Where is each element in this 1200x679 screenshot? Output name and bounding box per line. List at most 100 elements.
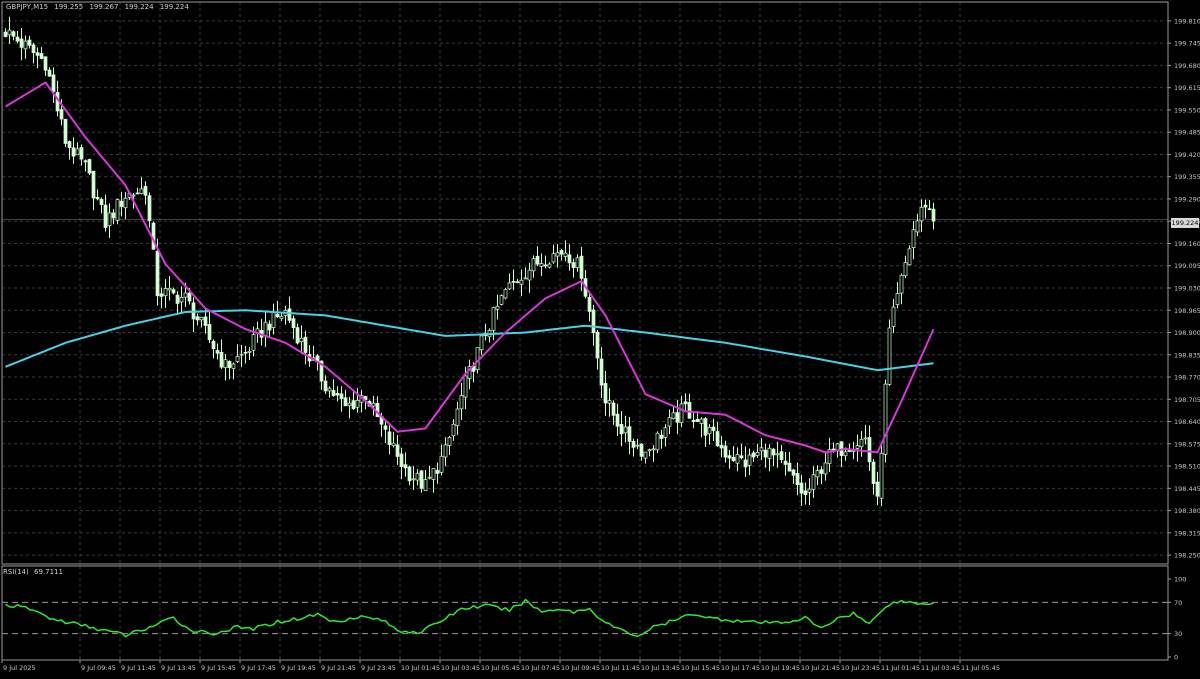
candle-body	[803, 490, 808, 495]
candle-body	[499, 295, 504, 305]
candle-body	[783, 460, 788, 465]
time-tick-label: 10 Jul 23:45	[841, 664, 880, 672]
candle-body	[355, 399, 360, 408]
candle-body	[51, 74, 56, 92]
candle-body	[87, 159, 92, 174]
candle-body	[279, 316, 284, 320]
candle-body	[323, 380, 328, 392]
candle-body	[503, 289, 508, 299]
candle-body	[71, 147, 76, 157]
candle-body	[271, 311, 276, 328]
candle-body	[251, 334, 256, 351]
candle-body	[139, 188, 144, 194]
candle-body	[183, 292, 188, 298]
candle-body	[343, 397, 348, 407]
price-chart[interactable]: 199.810 199.745 199.680 199.615 199.550 199.4…	[0, 0, 1200, 675]
candle-body	[27, 39, 32, 46]
candle-body	[863, 437, 868, 440]
candle-body	[719, 444, 724, 449]
candle-body	[219, 351, 224, 368]
candle-body	[67, 141, 72, 148]
candle-body	[779, 451, 784, 460]
candle-body	[871, 461, 876, 484]
candle-body	[815, 470, 820, 478]
price-tick-label: 199.745	[1174, 40, 1200, 48]
candle-body	[415, 472, 420, 481]
candle-body	[791, 469, 796, 476]
candle-body	[603, 383, 608, 404]
candle-body	[435, 469, 440, 474]
candle-body	[155, 250, 160, 297]
candle-body	[243, 351, 248, 354]
candle-body	[923, 204, 928, 208]
candle-body	[539, 263, 544, 267]
candle-body	[711, 426, 716, 431]
candle-body	[735, 454, 740, 464]
candle-body	[47, 69, 52, 77]
candle-body	[627, 426, 632, 442]
candle-body	[775, 453, 780, 456]
candle-body	[91, 170, 96, 199]
rsi-tick-label: 30	[1174, 630, 1182, 638]
candle-body	[911, 229, 916, 248]
time-tick-label: 10 Jul 07:45	[521, 664, 560, 672]
candle-body	[535, 255, 540, 265]
candle-body	[795, 472, 800, 486]
candle-body	[399, 453, 404, 467]
candle-body	[655, 432, 660, 451]
candle-body	[607, 400, 612, 404]
candle-body	[767, 447, 772, 459]
candle-body	[619, 423, 624, 435]
candle-body	[811, 474, 816, 490]
candle-body	[423, 479, 428, 492]
candle-body	[491, 307, 496, 331]
candle-body	[335, 393, 340, 396]
candle-body	[915, 220, 920, 233]
candle-body	[699, 418, 704, 424]
candle-body	[419, 470, 424, 489]
price-tick-label: 199.485	[1174, 129, 1200, 137]
candle-body	[931, 208, 936, 222]
candle-body	[543, 264, 548, 267]
candle-body	[227, 360, 232, 368]
candle-body	[511, 281, 516, 283]
time-tick-label: 10 Jul 13:45	[641, 664, 680, 672]
candle-body	[635, 444, 640, 447]
candle-body	[195, 316, 200, 321]
candle-body	[235, 356, 240, 362]
candle-body	[843, 451, 848, 457]
rsi-pane-frame	[1, 565, 1169, 661]
candle-body	[95, 196, 100, 200]
time-tick-label: 10 Jul 21:45	[801, 664, 840, 672]
candle-body	[759, 447, 764, 452]
candle-body	[79, 147, 84, 160]
rsi-header: RSI(14) 69.7111	[3, 568, 66, 576]
price-tick-label: 198.445	[1174, 485, 1200, 493]
candle-body	[763, 449, 768, 458]
candle-body	[755, 451, 760, 456]
time-tick-label: 9 Jul 23:45	[361, 664, 396, 672]
candle-body	[623, 426, 628, 434]
rsi-value: 69.7111	[33, 568, 63, 576]
chart-window[interactable]: 199.810 199.745 199.680 199.615 199.550 199.4…	[0, 0, 1200, 675]
candle-body	[135, 192, 140, 195]
candle-body	[411, 478, 416, 481]
candle-body	[35, 52, 40, 56]
candle-body	[391, 442, 396, 446]
rsi-name: RSI(14)	[3, 568, 29, 576]
candle-body	[527, 269, 532, 281]
candle-body	[887, 327, 892, 385]
candle-body	[819, 469, 824, 474]
candle-body	[723, 445, 728, 458]
candle-body	[883, 383, 888, 455]
candle-body	[395, 444, 400, 457]
candle-body	[131, 194, 136, 197]
candle-body	[247, 350, 252, 353]
candle-body	[3, 31, 8, 37]
time-tick-label: 9 Jul 13:45	[161, 664, 196, 672]
candle-body	[159, 293, 164, 297]
price-tick-label: 198.770	[1174, 374, 1200, 382]
candle-body	[571, 262, 576, 268]
rsi-tick-label: 70	[1174, 599, 1182, 607]
candle-body	[579, 255, 584, 279]
